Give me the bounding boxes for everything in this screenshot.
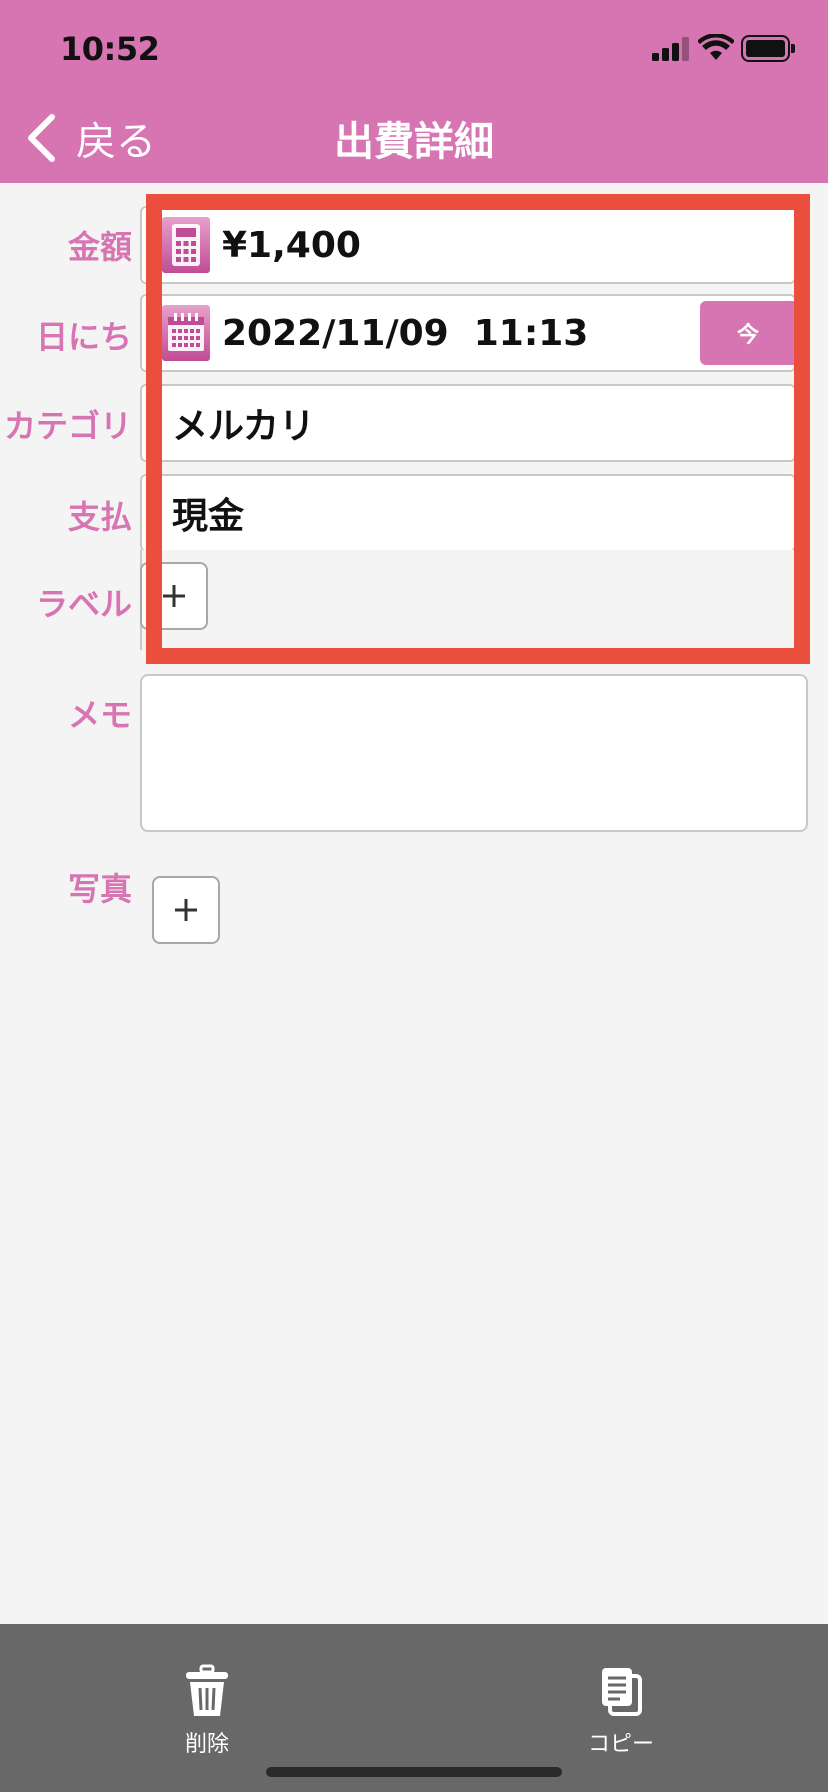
- home-indicator: [266, 1767, 562, 1777]
- date-field[interactable]: 2022/11/09 11:13 今: [140, 294, 796, 372]
- amount-value: ¥1,400: [222, 224, 361, 266]
- calculator-icon: [162, 217, 210, 273]
- now-button[interactable]: 今: [700, 301, 796, 365]
- delete-button[interactable]: 削除: [137, 1664, 277, 1758]
- memo-label: メモ: [67, 696, 132, 734]
- copy-button[interactable]: コピー: [551, 1664, 691, 1758]
- delete-label: 削除: [184, 1732, 229, 1757]
- calendar-icon: [162, 305, 210, 361]
- memo-input[interactable]: [140, 674, 808, 832]
- photo-label: 写真: [67, 870, 132, 908]
- battery-icon: [741, 35, 795, 62]
- header: 10:52 戻る 出費詳細: [0, 0, 828, 183]
- category-label: カテゴリ: [3, 407, 132, 445]
- payment-label: 支払: [67, 498, 132, 536]
- copy-label: コピー: [587, 1732, 654, 1757]
- category-field[interactable]: メルカリ: [140, 384, 796, 462]
- date-value: 2022/11/09 11:13: [222, 312, 589, 354]
- cellular-signal-icon: [652, 37, 690, 61]
- add-photo-button[interactable]: [152, 876, 220, 944]
- trash-icon: [186, 1664, 228, 1716]
- amount-field[interactable]: ¥1,400: [140, 206, 796, 284]
- add-tag-button[interactable]: [140, 562, 208, 630]
- page-title: 出費詳細: [334, 119, 494, 165]
- wifi-icon: [698, 34, 734, 60]
- copy-icon: [602, 1668, 642, 1716]
- tags-label: ラベル: [35, 585, 132, 623]
- date-label: 日にち: [35, 318, 132, 356]
- category-value: メルカリ: [172, 406, 315, 447]
- plus-icon: [163, 585, 185, 607]
- amount-label: 金額: [67, 228, 132, 266]
- status-time: 10:52: [60, 30, 160, 68]
- plus-icon: [175, 899, 197, 921]
- payment-field[interactable]: 現金: [140, 474, 796, 552]
- payment-value: 現金: [172, 496, 245, 537]
- tags-area: [140, 550, 796, 650]
